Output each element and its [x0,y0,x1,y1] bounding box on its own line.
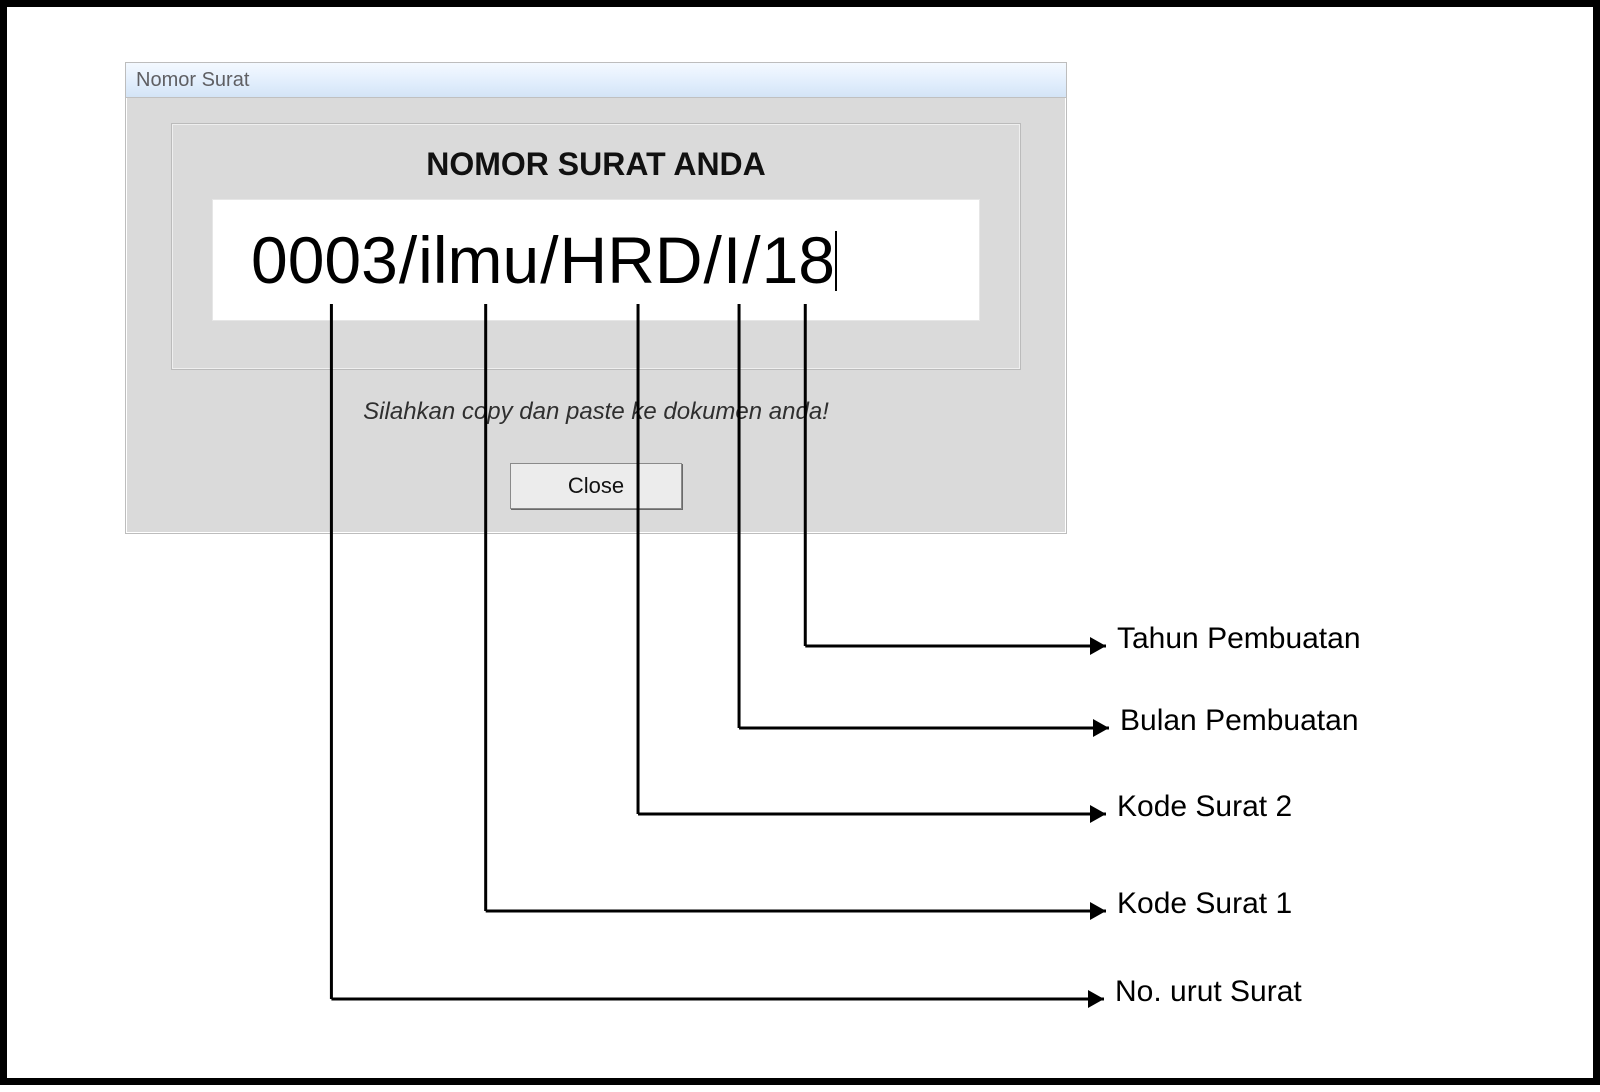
heading: NOMOR SURAT ANDA [172,146,1020,183]
window-titlebar: Nomor Surat [126,63,1066,98]
close-button[interactable]: Close [510,463,682,509]
label-month: Bulan Pembuatan [1120,704,1359,738]
part-year: 18 [762,223,835,297]
close-button-label: Close [568,473,624,499]
part-month: I [723,223,741,297]
label-seq: No. urut Surat [1115,975,1302,1009]
group-box: NOMOR SURAT ANDA 0003/ilmu/HRD/I/18 [171,123,1021,370]
diagram-frame: Nomor Surat NOMOR SURAT ANDA 0003/ilmu/H… [0,0,1600,1085]
label-code2: Kode Surat 2 [1117,790,1292,824]
letter-number-field[interactable]: 0003/ilmu/HRD/I/18 [212,199,980,321]
dialog-window: Nomor Surat NOMOR SURAT ANDA 0003/ilmu/H… [125,62,1067,534]
part-seq: 0003 [251,223,398,297]
part-code1: ilmu [418,223,539,297]
hint-text: Silahkan copy dan paste ke dokumen anda! [126,398,1066,426]
part-code2: HRD [560,223,703,297]
label-year: Tahun Pembuatan [1117,622,1361,656]
letter-number-value: 0003/ilmu/HRD/I/18 [213,222,837,298]
label-code1: Kode Surat 1 [1117,887,1292,921]
window-title: Nomor Surat [136,69,249,92]
text-cursor [835,231,837,291]
